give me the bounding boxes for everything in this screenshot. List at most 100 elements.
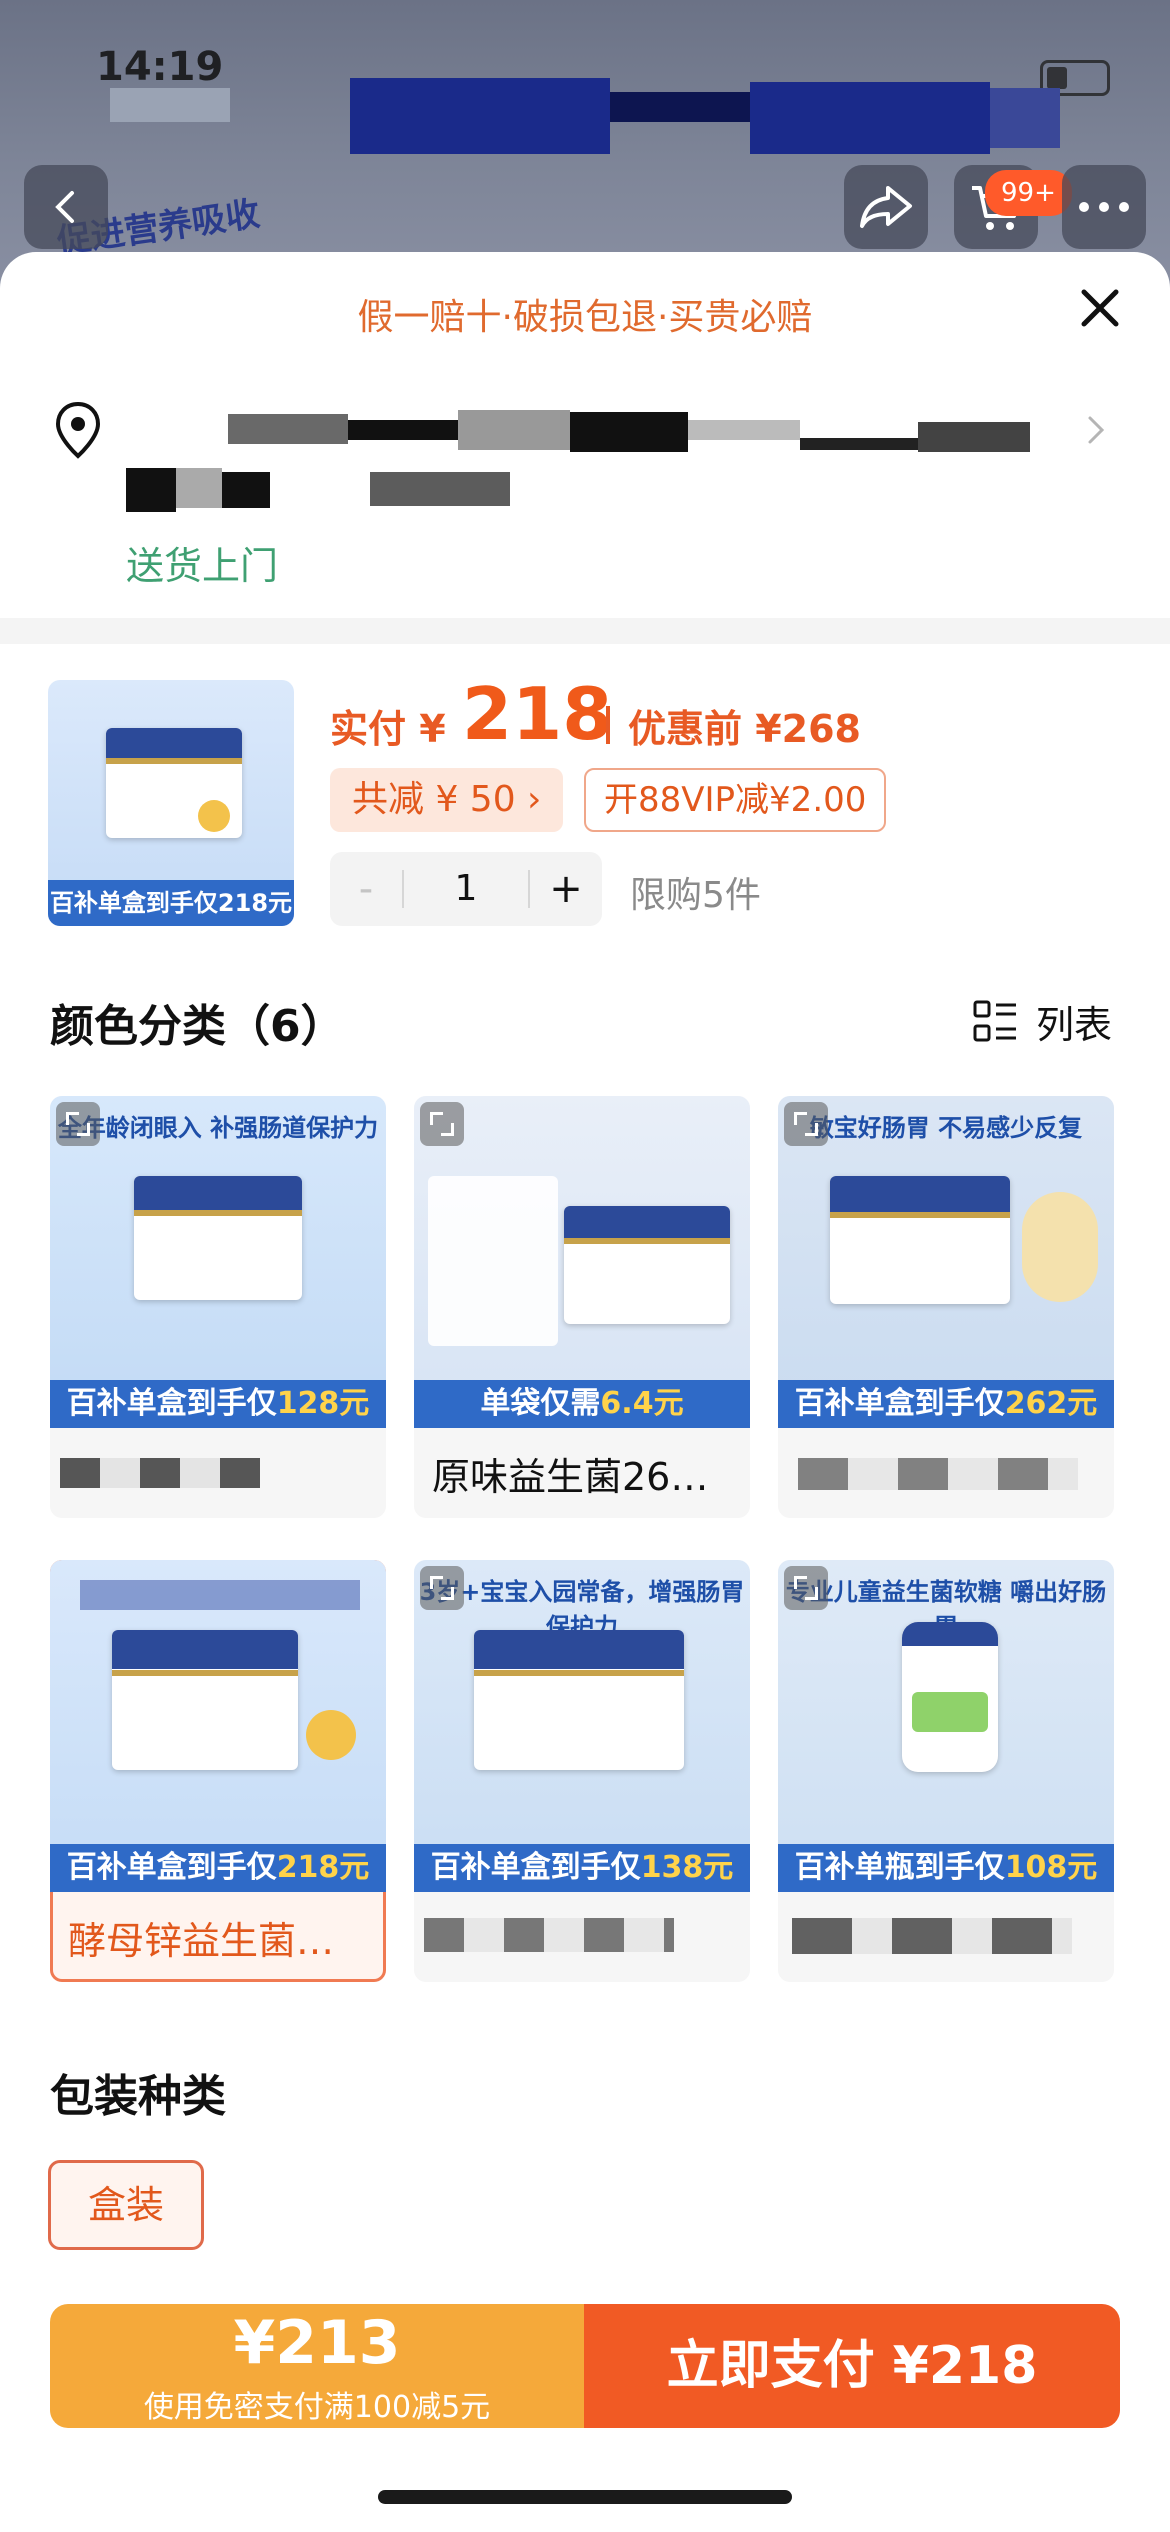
price-before-discount: 优惠前 ¥268 bbox=[628, 707, 861, 751]
variant-banner: 百补单盒到手仅138元 bbox=[414, 1844, 750, 1892]
redacted-label bbox=[424, 1918, 674, 1952]
quantity-stepper: - 1 + bbox=[330, 852, 602, 926]
banner-prefix: 百补单盒到手仅 bbox=[66, 1850, 277, 1885]
product-box-image bbox=[830, 1176, 1010, 1304]
redacted-block bbox=[176, 468, 222, 508]
banner-price: 128元 bbox=[276, 1386, 370, 1421]
redacted-block bbox=[80, 1580, 360, 1610]
close-button[interactable] bbox=[1070, 278, 1130, 338]
location-pin-icon bbox=[52, 400, 104, 460]
purchase-limit: 限购5件 bbox=[630, 875, 761, 916]
variant-card[interactable]: 专业儿童益生菌软糖 嚼出好肠胃 百补单瓶到手仅108元 bbox=[778, 1560, 1114, 1982]
variant-banner: 百补单瓶到手仅108元 bbox=[778, 1844, 1114, 1892]
discount-note: 使用免密支付满100减5元 bbox=[143, 2390, 491, 2425]
redacted-block bbox=[222, 472, 270, 508]
guarantee-text: 假一赔十·破损包退·买贵必赔 bbox=[357, 297, 813, 338]
variant-headline: 全年龄闭眼入 补强肠道保护力 bbox=[57, 1114, 379, 1142]
banner-price: 138元 bbox=[640, 1850, 734, 1885]
vip-discount-chip[interactable]: 开88VIP减¥2.00 bbox=[584, 768, 887, 832]
more-button[interactable] bbox=[1062, 165, 1146, 249]
variant-image bbox=[50, 1560, 386, 1892]
pay-amount: 218 bbox=[462, 672, 613, 756]
pay-label: 实付 ¥ bbox=[330, 707, 446, 751]
expand-icon[interactable] bbox=[420, 1102, 464, 1146]
address-chevron-icon[interactable] bbox=[1078, 410, 1112, 450]
info-panel bbox=[428, 1176, 558, 1346]
banner-prefix: 百补单盒到手仅 bbox=[430, 1850, 641, 1885]
list-view-toggle[interactable]: 列表 bbox=[972, 994, 1112, 1049]
status-time: 14:19 bbox=[96, 44, 224, 90]
price-separator bbox=[606, 706, 610, 744]
pack-section-title: 包装种类 bbox=[50, 2071, 226, 2122]
list-icon bbox=[972, 999, 1018, 1045]
variant-banner: 百补单盒到手仅218元 bbox=[50, 1844, 386, 1892]
expand-icon[interactable] bbox=[56, 1102, 100, 1146]
variant-card[interactable]: 全年龄闭眼入 补强肠道保护力 百补单盒到手仅128元 bbox=[50, 1096, 386, 1518]
product-thumbnail[interactable]: 百补单盒到手仅218元 bbox=[48, 680, 294, 926]
zinc-badge bbox=[198, 800, 230, 832]
banner-price: 262元 bbox=[1004, 1386, 1098, 1421]
close-icon bbox=[1081, 289, 1119, 327]
product-bottle-image bbox=[902, 1622, 998, 1772]
variant-image: 专业儿童益生菌软糖 嚼出好肠胃 bbox=[778, 1560, 1114, 1892]
banner-prefix: 单袋仅需 bbox=[480, 1386, 601, 1421]
expand-icon[interactable] bbox=[784, 1102, 828, 1146]
pay-now-label: 立即支付 ¥218 bbox=[666, 2336, 1038, 2396]
variant-card[interactable]: 敏宝好肠胃 不易感少反复 百补单盒到手仅262元 bbox=[778, 1096, 1114, 1518]
redacted-block bbox=[918, 422, 1030, 452]
redacted-block bbox=[110, 88, 230, 122]
redacted-block bbox=[458, 410, 570, 450]
redacted-label bbox=[60, 1458, 260, 1488]
product-box-image bbox=[112, 1630, 298, 1770]
share-button[interactable] bbox=[844, 165, 928, 249]
product-texture bbox=[1022, 1192, 1098, 1302]
home-indicator[interactable] bbox=[378, 2490, 792, 2504]
section-divider bbox=[0, 618, 1170, 644]
discounted-amount: ¥213 bbox=[233, 2308, 401, 2378]
variant-label: 酵母锌益生菌固体饮料 bbox=[68, 1919, 368, 1963]
variant-card-selected[interactable]: 百补单盒到手仅218元 酵母锌益生菌固体饮料 bbox=[50, 1560, 386, 1982]
redacted-label bbox=[792, 1918, 1072, 1954]
banner-price: 218元 bbox=[276, 1850, 370, 1885]
variant-image: 敏宝好肠胃 不易感少反复 bbox=[778, 1096, 1114, 1428]
qty-minus-button[interactable]: - bbox=[330, 852, 402, 926]
variant-image: 全年龄闭眼入 补强肠道保护力 bbox=[50, 1096, 386, 1428]
more-icon bbox=[1079, 202, 1129, 212]
expand-icon[interactable] bbox=[420, 1566, 464, 1610]
share-icon bbox=[860, 186, 912, 228]
password-free-pay-button[interactable]: ¥213 使用免密支付满100减5元 bbox=[50, 2304, 584, 2428]
cart-badge: 99+ bbox=[985, 170, 1072, 216]
thumb-banner: 百补单盒到手仅218元 bbox=[48, 880, 294, 926]
banner-prefix: 百补单瓶到手仅 bbox=[794, 1850, 1005, 1885]
redacted-block bbox=[570, 412, 688, 452]
redacted-block bbox=[348, 420, 458, 440]
back-button[interactable] bbox=[24, 165, 108, 249]
qty-value[interactable]: 1 bbox=[404, 852, 528, 926]
product-box-image bbox=[134, 1176, 302, 1300]
banner-prefix: 百补单盒到手仅 bbox=[66, 1386, 277, 1421]
redacted-block bbox=[370, 472, 510, 506]
redacted-block bbox=[800, 438, 918, 450]
variant-banner: 百补单盒到手仅262元 bbox=[778, 1380, 1114, 1428]
banner-price: 108元 bbox=[1004, 1850, 1098, 1885]
redacted-block bbox=[126, 468, 176, 512]
redacted-block bbox=[688, 420, 800, 440]
pack-option-box[interactable]: 盒装 bbox=[48, 2160, 204, 2250]
pay-now-button[interactable]: 立即支付 ¥218 bbox=[584, 2304, 1120, 2428]
redacted-block bbox=[990, 88, 1060, 148]
variant-card[interactable]: 3岁+宝宝入园常备，增强肠胃保护力 百补单盒到手仅138元 bbox=[414, 1560, 750, 1982]
expand-icon[interactable] bbox=[784, 1566, 828, 1610]
redacted-label bbox=[798, 1458, 1078, 1490]
variant-image: 3岁+宝宝入园常备，增强肠胃保护力 bbox=[414, 1560, 750, 1892]
chevron-left-icon bbox=[55, 191, 74, 223]
total-discount-chip[interactable]: 共减 ¥ 50 › bbox=[330, 768, 564, 832]
qty-plus-button[interactable]: + bbox=[530, 852, 602, 926]
variant-banner: 百补单盒到手仅128元 bbox=[50, 1380, 386, 1428]
variant-image bbox=[414, 1096, 750, 1428]
banner-prefix: 百补单盒到手仅 bbox=[794, 1386, 1005, 1421]
color-section-title: 颜色分类（6） bbox=[50, 1001, 345, 1052]
zinc-badge bbox=[306, 1710, 356, 1760]
product-box-image bbox=[474, 1630, 684, 1770]
redacted-block bbox=[610, 92, 750, 122]
variant-card[interactable]: 单袋仅需6.4元 原味益生菌26袋/盒 bbox=[414, 1096, 750, 1518]
